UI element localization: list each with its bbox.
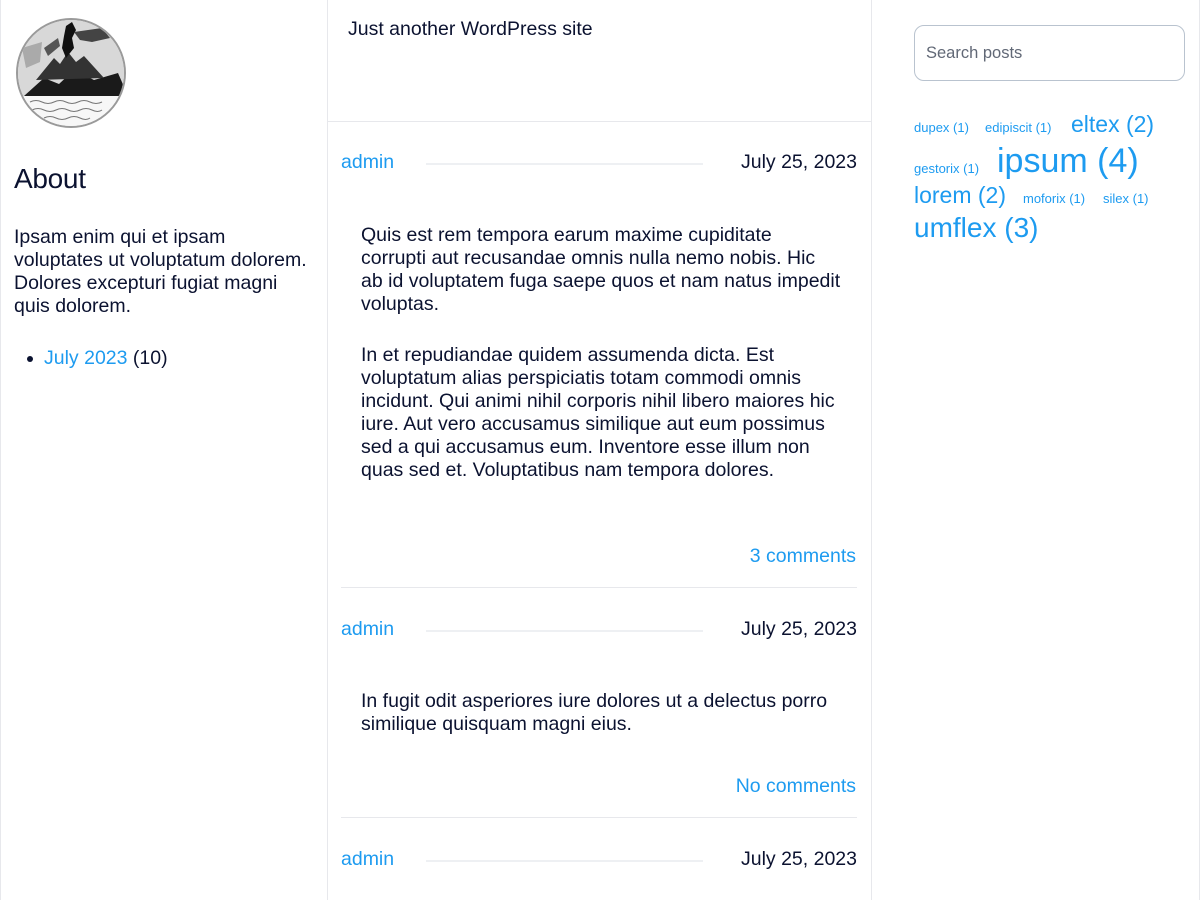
post-meta: admin July 25, 2023 bbox=[341, 618, 857, 644]
post-author-link[interactable]: admin bbox=[341, 618, 394, 641]
post-comments-link[interactable]: 3 comments bbox=[750, 545, 856, 568]
tag-gestorix[interactable]: gestorix (1) bbox=[914, 161, 979, 176]
post-meta-divider bbox=[426, 163, 703, 165]
tag-eltex[interactable]: eltex (2) bbox=[1071, 111, 1154, 138]
right-sidebar: dupex (1) edipiscit (1) eltex (2) gestor… bbox=[872, 0, 1200, 900]
post-paragraph: Quis est rem tempora earum maxime cupidi… bbox=[361, 224, 841, 315]
post-date: July 25, 2023 bbox=[740, 848, 857, 870]
post-date: July 25, 2023 bbox=[740, 151, 857, 173]
post-meta: admin July 25, 2023 bbox=[341, 848, 857, 874]
post-meta: admin July 25, 2023 bbox=[341, 151, 857, 177]
archive-list: July 2023 (10) bbox=[27, 347, 168, 370]
post-author-link[interactable]: admin bbox=[341, 848, 394, 871]
post-divider bbox=[341, 587, 857, 588]
left-sidebar: About Ipsam enim qui et ipsam voluptates… bbox=[0, 0, 328, 900]
site-logo[interactable] bbox=[14, 18, 128, 130]
tag-umflex[interactable]: umflex (3) bbox=[914, 212, 1038, 244]
post-paragraph: In et repudiandae quidem assumenda dicta… bbox=[361, 344, 835, 481]
post-body: Quis est rem tempora earum maxime cupidi… bbox=[361, 224, 841, 482]
tag-ipsum[interactable]: ipsum (4) bbox=[997, 142, 1139, 181]
tag-moforix[interactable]: moforix (1) bbox=[1023, 191, 1085, 206]
post-author-link[interactable]: admin bbox=[341, 151, 394, 174]
archive-item: July 2023 (10) bbox=[27, 347, 168, 370]
archive-count: (10) bbox=[132, 347, 168, 369]
tag-silex[interactable]: silex (1) bbox=[1103, 191, 1149, 206]
post-paragraph: In fugit odit asperiores iure dolores ut… bbox=[361, 690, 828, 735]
post-meta-divider bbox=[426, 860, 703, 862]
post-divider bbox=[341, 817, 857, 818]
post-body: In fugit odit asperiores iure dolores ut… bbox=[361, 690, 841, 736]
site-logo-image bbox=[16, 18, 126, 128]
post-date: July 25, 2023 bbox=[740, 618, 857, 640]
archive-link-july-2023[interactable]: July 2023 bbox=[44, 347, 127, 369]
header-divider bbox=[328, 121, 872, 122]
tag-edipiscit[interactable]: edipiscit (1) bbox=[985, 120, 1051, 135]
post-comments-link[interactable]: No comments bbox=[736, 775, 856, 798]
tag-dupex[interactable]: dupex (1) bbox=[914, 120, 969, 135]
about-heading: About bbox=[14, 163, 86, 194]
search-input[interactable] bbox=[914, 25, 1185, 81]
tag-lorem[interactable]: lorem (2) bbox=[914, 182, 1006, 209]
about-text: Ipsam enim qui et ipsam voluptates ut vo… bbox=[14, 226, 307, 317]
main-feed: Just another WordPress site admin July 2… bbox=[328, 0, 872, 900]
post-meta-divider bbox=[426, 630, 703, 632]
site-tagline: Just another WordPress site bbox=[348, 18, 593, 40]
